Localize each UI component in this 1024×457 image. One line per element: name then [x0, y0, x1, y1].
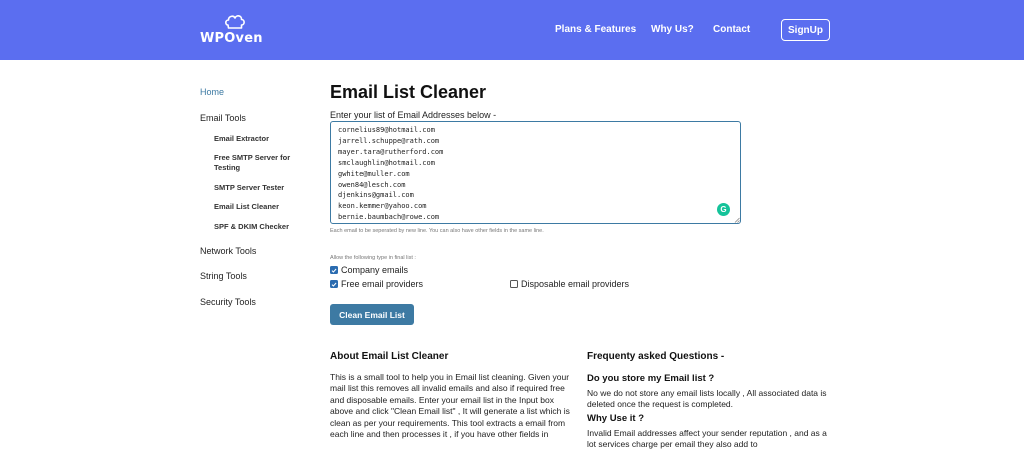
wpoven-logo[interactable]: WPOven — [200, 14, 264, 48]
email-line: gwhite@muller.com — [338, 169, 410, 178]
faq-question-store: Do you store my Email list ? — [587, 373, 715, 384]
faq-title: Frequenty asked Questions - — [587, 351, 725, 362]
email-list-textarea[interactable]: cornelius89@hotmail.com jarrell.schuppe@… — [330, 121, 741, 224]
sidebar-item-email-tools[interactable]: Email Tools — [200, 113, 246, 123]
email-line: keon.kemmer@yahoo.com — [338, 202, 427, 211]
email-help-text: Each email to be seperated by new line. … — [330, 228, 544, 234]
email-line: mayer.tara@rutherford.com — [338, 147, 444, 156]
free-email-providers-option[interactable]: Free email providers — [330, 279, 423, 289]
page-title: Email List Cleaner — [330, 82, 487, 102]
nav-plans-features[interactable]: Plans & Features — [555, 24, 636, 35]
allow-types-label: Allow the following type in final list : — [330, 255, 416, 261]
nav-contact[interactable]: Contact — [713, 24, 750, 35]
grammarly-icon[interactable]: G — [717, 203, 730, 216]
sidebar-item-network-tools[interactable]: Network Tools — [200, 246, 256, 256]
sidebar-item-spf-dkim-checker[interactable]: SPF & DKIM Checker — [214, 222, 289, 232]
disposable-email-providers-checkbox[interactable] — [510, 280, 518, 288]
free-email-providers-label: Free email providers — [341, 279, 424, 289]
email-line: smclaughlin@hotmail.com — [338, 158, 435, 167]
free-email-providers-checkbox[interactable] — [330, 280, 338, 288]
faq-question-why-use: Why Use it ? — [587, 413, 645, 424]
sidebar-item-free-smtp-server[interactable]: Free SMTP Server for Testing — [214, 153, 304, 173]
about-title: About Email List Cleaner — [330, 351, 449, 362]
clean-email-list-button[interactable]: Clean Email List — [330, 304, 414, 325]
company-emails-checkbox[interactable] — [330, 266, 338, 274]
email-line: cornelius89@hotmail.com — [338, 126, 435, 134]
email-input-label: Enter your list of Email Addresses below… — [330, 110, 497, 120]
email-line: owen84@lesch.com — [338, 180, 406, 189]
sidebar-item-string-tools[interactable]: String Tools — [200, 271, 247, 281]
company-emails-label: Company emails — [341, 265, 409, 275]
company-emails-option[interactable]: Company emails — [330, 265, 408, 275]
disposable-email-providers-label: Disposable email providers — [521, 279, 630, 289]
logo-text: WPOven — [200, 31, 263, 46]
sidebar-item-home[interactable]: Home — [200, 87, 224, 97]
chef-hat-icon — [225, 15, 245, 29]
resize-handle-icon[interactable] — [734, 217, 740, 223]
email-line: bernie.baumbach@rowe.com — [338, 213, 440, 222]
email-line: jarrell.schuppe@rath.com — [338, 136, 440, 145]
nav-why-us[interactable]: Why Us? — [651, 24, 694, 35]
about-body: This is a small tool to help you in Emai… — [330, 372, 570, 440]
sidebar-item-email-extractor[interactable]: Email Extractor — [214, 134, 269, 144]
checkmark-icon — [331, 282, 337, 287]
email-line: djenkins@gmail.com — [338, 191, 414, 200]
faq-answer-store: No we do not store any email lists local… — [587, 388, 827, 410]
checkmark-icon — [331, 268, 337, 273]
disposable-email-providers-option[interactable]: Disposable email providers — [510, 279, 629, 289]
sidebar-item-smtp-server-tester[interactable]: SMTP Server Tester — [214, 183, 284, 193]
site-header: WPOven Plans & Features Why Us? Contact … — [0, 0, 1024, 60]
faq-answer-why-use: Invalid Email addresses affect your send… — [587, 428, 827, 450]
signup-button[interactable]: SignUp — [781, 19, 830, 41]
sidebar-item-security-tools[interactable]: Security Tools — [200, 297, 256, 307]
sidebar-item-email-list-cleaner[interactable]: Email List Cleaner — [214, 202, 279, 212]
